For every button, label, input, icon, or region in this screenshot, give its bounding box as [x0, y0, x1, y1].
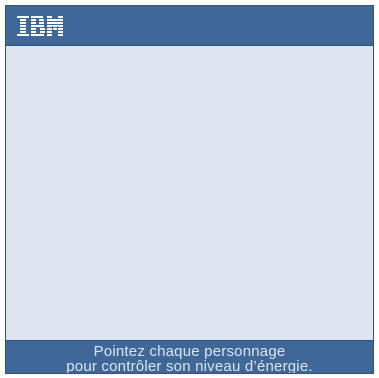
header-bar — [6, 6, 373, 46]
footer-instruction-line-1: Pointez chaque personnage — [93, 343, 286, 360]
ibm-logo — [17, 16, 63, 36]
footer-instruction-line-2: pour contrôler son niveau d’énergie. — [66, 358, 313, 373]
app-frame: Pointez chaque personnage pour contrôler… — [5, 5, 374, 374]
footer-bar: Pointez chaque personnage pour contrôler… — [6, 340, 373, 373]
ibm-logo-striped-icon — [17, 16, 63, 36]
content-area — [6, 46, 373, 342]
